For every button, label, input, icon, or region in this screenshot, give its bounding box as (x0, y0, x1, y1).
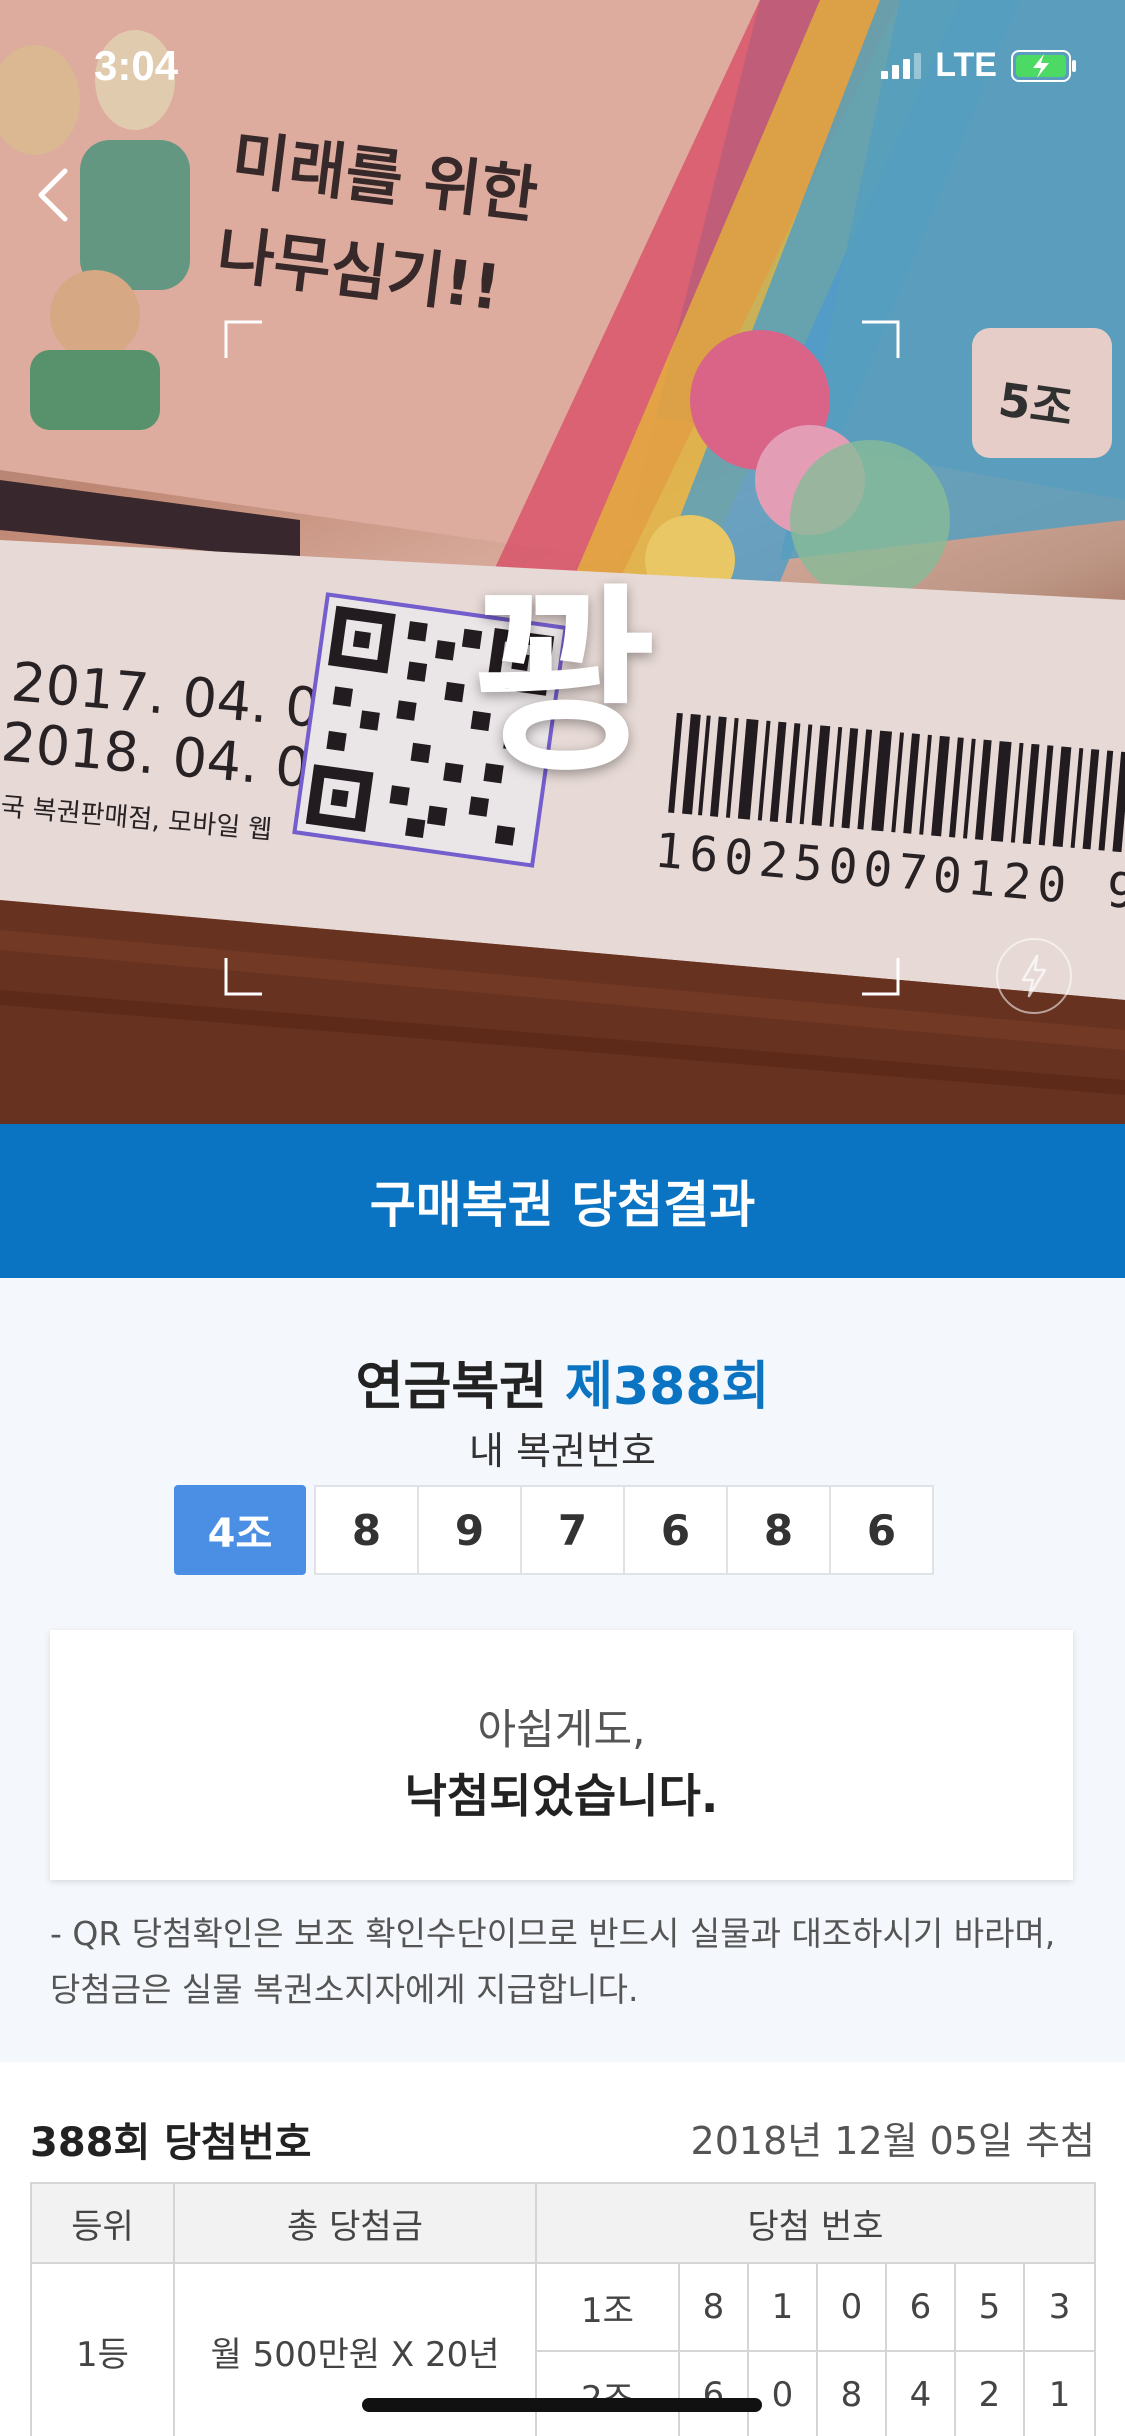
my-ticket-digit: 8 (314, 1485, 419, 1575)
digit-cell: 2 (954, 2350, 1025, 2436)
lightning-icon (1021, 954, 1047, 998)
my-ticket-label: 내 복권번호 (469, 1429, 656, 1473)
home-indicator[interactable] (362, 2398, 762, 2412)
network-label: LTE (935, 46, 997, 84)
status-time: 3:04 (94, 42, 179, 89)
battery-charging-icon (1011, 49, 1076, 82)
my-ticket-digit: 6 (623, 1485, 728, 1575)
my-ticket-numbers: 4조 8 9 7 6 8 6 (174, 1485, 934, 1575)
digit-cell: 5 (954, 2262, 1025, 2352)
my-ticket-group: 4조 (174, 1485, 306, 1575)
qr-notice: - QR 당첨확인은 보조 확인수단이므로 반드시 실물과 대조하시기 바라며,… (50, 1914, 1056, 2009)
camera-preview: 5조 미래를 위한 나무심기!! 2017. 04. 05 2018. 04. … (0, 0, 1125, 1124)
winning-title: 388회 당첨번호 (30, 2120, 312, 2166)
my-ticket-section: 연금복권 제388회 내 복권번호 4조 8 9 7 6 8 6 아쉽게도, 낙… (0, 1278, 1125, 2062)
chevron-left-icon (38, 168, 68, 222)
group-cell: 1조 (535, 2262, 680, 2352)
lottery-name: 연금복권 (355, 1357, 548, 1417)
my-ticket-digit: 6 (829, 1485, 934, 1575)
my-ticket-digit: 7 (520, 1485, 625, 1575)
digit-cell: 3 (1022, 2262, 1097, 2352)
digit-cell: 8 (678, 2262, 749, 2352)
back-button[interactable] (18, 160, 88, 230)
result-card: 아쉽게도, 낙첨되었습니다. (50, 1630, 1073, 1880)
winning-numbers-section: 388회 당첨번호 2018년 12월 05일 추첨 등위 총 당첨금 당첨 번… (0, 2062, 1125, 2436)
group-cell: 2조 (535, 2350, 680, 2436)
digit-cell: 0 (816, 2262, 887, 2352)
draw-date: 2018년 12월 05일 추첨 (690, 2119, 1095, 2163)
draw-number: 제388회 (565, 1357, 770, 1417)
result-header-title: 구매복권 당첨결과 (369, 1176, 756, 1234)
digit-cell: 6 (678, 2350, 749, 2436)
digit-cell: 4 (885, 2350, 956, 2436)
digit-cell: 0 (747, 2350, 818, 2436)
result-header: 구매복권 당첨결과 (0, 1124, 1125, 1278)
my-ticket-digit: 8 (726, 1485, 831, 1575)
table-header-row: 등위 총 당첨금 당첨 번호 (30, 2182, 1097, 2264)
header-numbers: 당첨 번호 (534, 2182, 1097, 2264)
rank-cell: 1등 (30, 2262, 175, 2436)
flash-button[interactable] (996, 938, 1072, 1014)
digit-cell: 1 (747, 2262, 818, 2352)
result-message-line2: 낙첨되었습니다. (404, 1769, 719, 1823)
table-row: 1등 월 500만원 X 20년 1조 8 1 0 6 5 3 (30, 2262, 1097, 2436)
result-overlay-text: 꽝 (473, 567, 657, 800)
digit-cell: 1 (1022, 2350, 1097, 2436)
status-icons: LTE (881, 46, 1077, 85)
header-prize: 총 당첨금 (173, 2182, 537, 2264)
digit-cell: 6 (885, 2262, 956, 2352)
header-rank: 등위 (30, 2182, 175, 2264)
my-ticket-digit: 9 (417, 1485, 522, 1575)
draw-title: 연금복권 제388회 (0, 1344, 1125, 1419)
signal-icon (881, 52, 922, 79)
digit-cell: 8 (816, 2350, 887, 2436)
result-message-line1: 아쉽게도, (477, 1705, 646, 1754)
